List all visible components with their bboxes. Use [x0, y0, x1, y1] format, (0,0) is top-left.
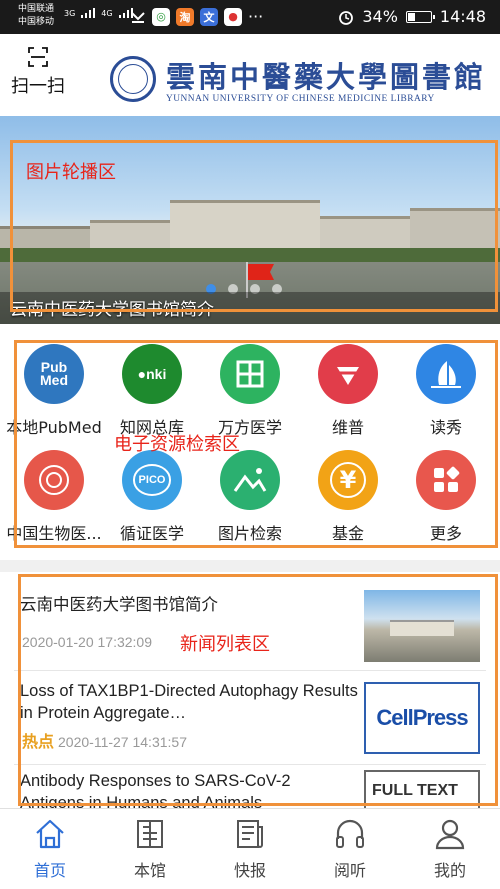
battery-icon: [405, 10, 435, 23]
tab-label: 本馆: [133, 861, 166, 880]
library-name: 雲南中醫藥大學圖書館: [166, 60, 487, 94]
tab-listen[interactable]: 阅听: [300, 817, 400, 881]
status-bar: 中国联通 中国移动 3G 4G ◎ 淘 文 ● ··· 34% 14:48: [0, 0, 500, 34]
tab-home[interactable]: 首页: [0, 817, 100, 881]
carrier-2: 中国移动: [18, 17, 55, 27]
resources-annotation-box: [14, 340, 498, 548]
headphones-icon: [336, 819, 364, 848]
battery-percent: 34%: [362, 7, 398, 26]
scan-label: 扫一扫: [11, 76, 65, 97]
signal-icon: [81, 8, 96, 18]
network-type-2: 4G: [101, 8, 113, 18]
carrier-1: 中国联通: [18, 4, 55, 14]
bottom-tab-bar: 首页 本馆 快报 阅听 我的: [0, 808, 500, 889]
tab-label: 阅听: [333, 861, 366, 880]
news-annotation-label: 新闻列表区: [180, 634, 270, 655]
app-notification-icon: 淘: [176, 7, 194, 26]
tab-label: 我的: [433, 861, 466, 880]
library-name-en: YUNNAN UNIVERSITY OF CHINESE MEDICINE LI…: [166, 94, 435, 104]
resources-annotation-label: 电子资源检索区: [114, 434, 240, 455]
signal-indicators: 3G 4G: [64, 8, 133, 18]
app-header: 扫一扫 雲南中醫藥大學圖書館 YUNNAN UNIVERSITY OF CHIN…: [0, 34, 500, 116]
network-type-1: 3G: [64, 8, 76, 18]
library-icon: [137, 820, 163, 848]
profile-icon: [435, 819, 465, 850]
home-icon: [36, 819, 64, 849]
app-notification-icon: 文: [200, 7, 218, 26]
tab-library[interactable]: 本馆: [100, 817, 200, 881]
scan-icon: [28, 47, 48, 67]
scan-button[interactable]: 扫一扫: [8, 46, 68, 98]
tab-label: 快报: [233, 861, 266, 880]
clock: 14:48: [439, 7, 486, 26]
app-notification-icon: ◎: [152, 7, 170, 26]
status-right: 34% 14:48: [338, 7, 486, 26]
missed-call-icon: [131, 11, 145, 23]
more-notifications: ···: [248, 7, 264, 26]
section-divider: [0, 560, 500, 572]
tab-newsletter[interactable]: 快报: [200, 817, 300, 881]
carrier-info: 中国联通 中国移动: [18, 3, 54, 29]
tab-profile[interactable]: 我的: [400, 817, 500, 881]
notification-icons: ◎ 淘 文 ● ···: [130, 7, 263, 26]
newsletter-icon: [237, 820, 263, 848]
library-logo-icon: [110, 56, 156, 102]
tab-label: 首页: [33, 861, 66, 880]
carousel-annotation-label: 图片轮播区: [26, 162, 116, 183]
news-annotation-box: [18, 574, 498, 806]
alarm-icon: [339, 10, 354, 25]
app-notification-icon: ●: [224, 7, 242, 26]
